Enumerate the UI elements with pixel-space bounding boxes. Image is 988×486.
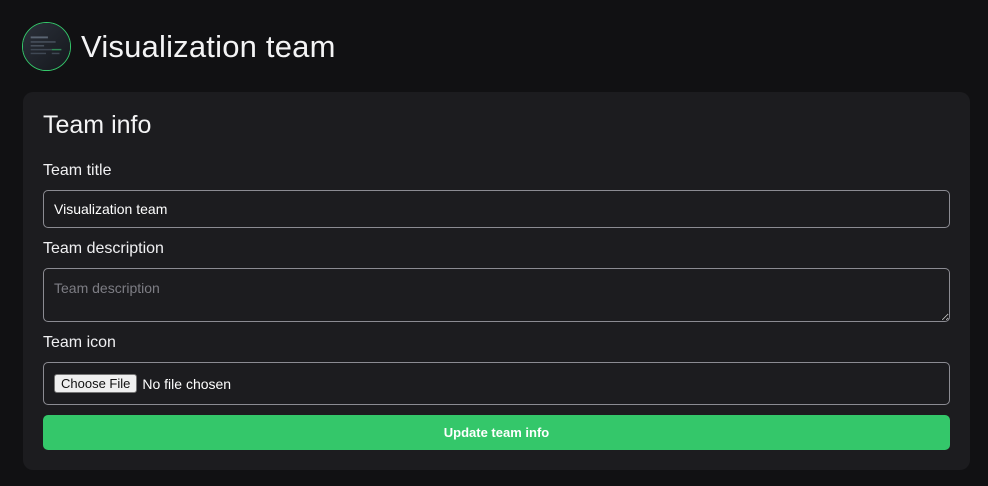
team-info-card: Team info Team title Team description Te…: [23, 92, 970, 470]
team-header: Visualization team: [22, 20, 336, 73]
file-status-text: No file chosen: [142, 375, 232, 392]
team-settings-page: Visualization team Team info Team title …: [0, 0, 988, 486]
update-team-info-button[interactable]: Update team info: [43, 415, 950, 450]
choose-file-button[interactable]: Choose File: [54, 374, 138, 393]
team-avatar: [22, 22, 71, 71]
team-icon-file-input[interactable]: Choose File No file chosen: [43, 362, 950, 405]
team-avatar-icon: [23, 23, 70, 70]
team-description-label: Team description: [43, 240, 164, 257]
card-title: Team info: [43, 111, 152, 139]
team-description-input[interactable]: [43, 268, 950, 322]
page-title: Visualization team: [81, 29, 336, 64]
team-icon-label: Team icon: [43, 334, 116, 351]
team-title-input[interactable]: [43, 190, 950, 228]
team-title-label: Team title: [43, 162, 112, 179]
